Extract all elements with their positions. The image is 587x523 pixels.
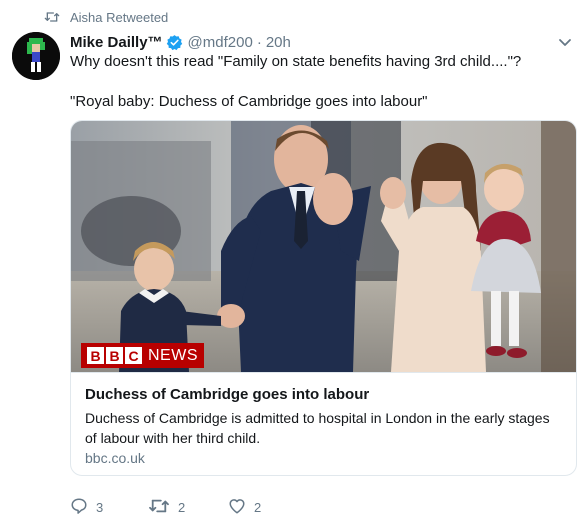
card-title[interactable]: Duchess of Cambridge goes into labour bbox=[85, 386, 369, 403]
card-image[interactable] bbox=[71, 121, 576, 372]
chevron-down-icon[interactable] bbox=[557, 34, 573, 50]
retweet-count: 2 bbox=[178, 499, 186, 515]
header-separator: · bbox=[256, 33, 262, 51]
verified-badge-icon bbox=[166, 34, 183, 51]
author-handle[interactable]: @mdf200 bbox=[188, 34, 253, 51]
bbc-news-logo: B B C NEWS bbox=[81, 343, 204, 368]
avatar[interactable] bbox=[12, 32, 60, 80]
link-card[interactable]: B B C NEWS Duchess of Cambridge goes int… bbox=[70, 120, 577, 476]
bbc-logo-letter: B bbox=[106, 347, 123, 364]
retweet-context[interactable]: Aisha Retweeted bbox=[44, 8, 168, 26]
author-name[interactable]: Mike Dailly™ bbox=[70, 34, 163, 51]
retweet-context-label: Aisha Retweeted bbox=[70, 9, 169, 25]
bbc-logo-letter: C bbox=[125, 347, 142, 364]
like-icon bbox=[228, 497, 246, 518]
tweet-text-quote: "Royal baby: Duchess of Cambridge goes i… bbox=[70, 93, 428, 110]
tweet-text-line: Why doesn't this read "Family on state b… bbox=[70, 53, 522, 70]
bbc-logo-letter: B bbox=[87, 347, 104, 364]
like-count: 2 bbox=[254, 499, 262, 515]
reply-count: 3 bbox=[96, 499, 104, 515]
tweet-timestamp[interactable]: 20h bbox=[266, 34, 291, 51]
tweet-text: Why doesn't this read "Family on state b… bbox=[70, 52, 570, 112]
retweet-icon bbox=[44, 10, 60, 24]
retweet-button[interactable]: 2 bbox=[148, 497, 228, 518]
card-body[interactable]: Duchess of Cambridge goes into labour Du… bbox=[71, 372, 576, 475]
card-description: Duchess of Cambridge is admitted to hosp… bbox=[85, 410, 550, 446]
card-domain: bbc.co.uk bbox=[85, 450, 145, 466]
reply-button[interactable]: 3 bbox=[70, 497, 148, 518]
tweet-actions: 3 2 2 bbox=[70, 496, 308, 518]
tweet-header: Mike Dailly™ @mdf200 · 20h bbox=[70, 32, 557, 52]
bbc-logo-news: NEWS bbox=[148, 346, 198, 364]
retweet-action-icon bbox=[148, 497, 170, 518]
like-button[interactable]: 2 bbox=[228, 497, 308, 518]
reply-icon bbox=[70, 497, 88, 518]
